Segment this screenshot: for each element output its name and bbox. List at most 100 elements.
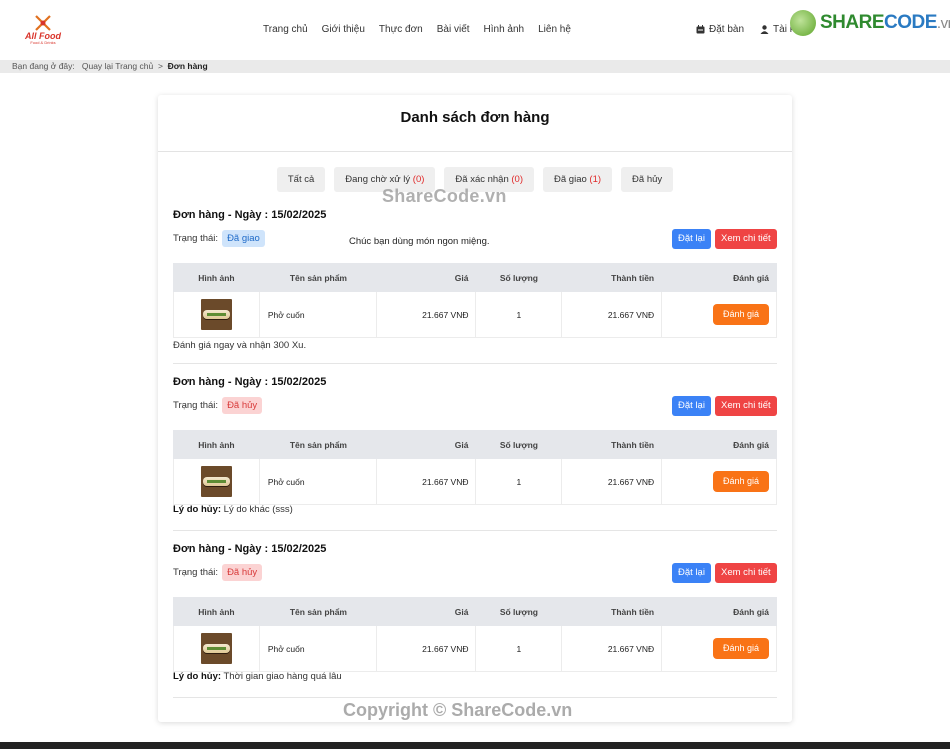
order-footer: Đánh giá ngay và nhận 300 Xu. [173,340,306,351]
reorder-button[interactable]: Đặt lại [672,563,711,583]
main-nav: Trang chủ Giới thiệu Thực đơn Bài viết H… [263,24,571,35]
product-name: Phở cuốn [258,458,377,505]
table-header-row: Hình ảnh Tên sản phẩm Giá Số lượng Thành… [173,597,777,626]
product-image [200,299,232,330]
tab-delivered-count: (1) [589,174,602,185]
col-qty: Số lượng [475,430,563,459]
footer-text: Thời gian giao hàng quá lâu [221,671,342,682]
order-status: Trạng thái: Đã hủy [173,564,263,581]
col-price: Giá [375,430,477,459]
product-qty: 1 [475,458,563,505]
order-status: Trạng thái: Đã giao [173,230,265,247]
footer-label: Lý do hủy: [173,671,222,682]
order-title: Đơn hàng - Ngày : 15/02/2025 [173,376,327,388]
col-price: Giá [375,263,477,292]
view-detail-button[interactable]: Xem chi tiết [715,229,777,249]
status-badge: Đã giao [222,230,265,247]
order-title: Đơn hàng - Ngày : 15/02/2025 [173,543,327,555]
order-items-table: Hình ảnh Tên sản phẩm Giá Số lượng Thành… [173,263,777,338]
tab-delivered-label: Đã giao [554,174,587,185]
breadcrumb-separator: > [157,61,163,71]
page-title: Danh sách đơn hàng [400,109,550,126]
rate-button[interactable]: Đánh giá [712,638,769,659]
table-row: Phở cuốn 21.667 VNĐ 1 21.667 VNĐ Đánh gi… [173,625,777,672]
reorder-button[interactable]: Đặt lại [672,396,711,416]
tab-confirmed-label: Đã xác nhận [455,174,509,185]
nav-contact[interactable]: Liên hệ [538,24,571,35]
col-total: Thành tiền [561,597,663,626]
nav-gallery[interactable]: Hình ảnh [484,24,525,35]
table-header-row: Hình ảnh Tên sản phẩm Giá Số lượng Thành… [173,430,777,459]
col-price: Giá [375,597,477,626]
col-total: Thành tiền [561,263,663,292]
col-qty: Số lượng [475,263,563,292]
status-label: Trạng thái: [173,400,219,411]
view-detail-button[interactable]: Xem chi tiết [715,563,777,583]
sharecode-watermark-logo: SHARECODE.vn [790,10,950,36]
order-divider [173,697,777,698]
col-qty: Số lượng [475,597,563,626]
logo-subtext: Food & Drinks [30,40,56,45]
nav-posts[interactable]: Bài viết [437,24,470,35]
tab-all-label: Tất cả [287,174,315,185]
product-total: 21.667 VNĐ [561,458,663,505]
sharecode-ball-icon [790,10,816,36]
col-total: Thành tiền [561,430,663,459]
rate-button[interactable]: Đánh giá [712,471,769,492]
table-row: Phở cuốn 21.667 VNĐ 1 21.667 VNĐ Đánh gi… [173,291,777,338]
order-title: Đơn hàng - Ngày : 15/02/2025 [173,209,327,221]
rate-button[interactable]: Đánh giá [712,304,769,325]
order-footer: Lý do hủy: Lý do khác (sss) [173,504,293,515]
order-status: Trạng thái: Đã hủy [173,397,263,414]
watermark-code: CODE [884,12,937,33]
booking-link[interactable]: Đặt bàn [696,24,744,35]
status-badge: Đã hủy [222,397,263,414]
booking-label: Đặt bàn [709,24,745,35]
col-image: Hình ảnh [173,597,260,626]
col-rate: Đánh giá [661,597,777,626]
order-divider [173,530,777,531]
nav-about[interactable]: Giới thiệu [322,24,365,35]
product-price: 21.667 VNĐ [375,458,477,505]
tab-confirmed-count: (0) [511,174,524,185]
product-image [200,633,232,664]
order-items-table: Hình ảnh Tên sản phẩm Giá Số lượng Thành… [173,430,777,505]
order-items-table: Hình ảnh Tên sản phẩm Giá Số lượng Thành… [173,597,777,672]
order-note: Chúc bạn dùng món ngon miệng. [349,236,490,247]
order-footer: Lý do hủy: Thời gian giao hàng quá lâu [173,671,342,682]
breadcrumb-prefix: Bạn đang ở đây: [12,61,75,71]
reorder-button[interactable]: Đặt lại [672,229,711,249]
table-row: Phở cuốn 21.667 VNĐ 1 21.667 VNĐ Đánh gi… [173,458,777,505]
site-logo[interactable]: All Food Food & Drinks [18,14,68,46]
tab-all[interactable]: Tất cả [276,167,326,192]
product-name: Phở cuốn [258,291,377,338]
watermark-vn: .vn [936,15,950,32]
tab-pending-label: Đang chờ xử lý [345,174,411,185]
product-name: Phở cuốn [258,625,377,672]
nav-home[interactable]: Trang chủ [263,24,308,35]
watermark-text: ShareCode.vn [382,186,507,206]
watermark-share: SHARE [820,12,885,33]
footer-text: Đánh giá ngay và nhận 300 Xu. [173,340,307,351]
header-actions: Đặt bàn Tài k [696,24,795,35]
view-detail-button[interactable]: Xem chi tiết [715,396,777,416]
status-label: Trạng thái: [173,233,219,244]
product-total: 21.667 VNĐ [561,291,663,338]
product-qty: 1 [475,291,563,338]
footer-bar [0,742,950,749]
col-name: Tên sản phẩm [258,430,377,459]
calendar-icon [696,25,705,34]
tab-cancelled[interactable]: Đã hủy [621,167,674,192]
col-image: Hình ảnh [173,430,260,459]
footer-label: Lý do hủy: [173,504,222,515]
tab-pending-count: (0) [412,174,425,185]
col-name: Tên sản phẩm [258,597,377,626]
col-name: Tên sản phẩm [258,263,377,292]
breadcrumb: Bạn đang ở đây: Quay lại Trang chủ > Đơn… [0,60,950,73]
tab-delivered[interactable]: Đã giao (1) [543,167,613,192]
site-header: All Food Food & Drinks Trang chủ Giới th… [0,0,950,60]
order-divider [173,363,777,364]
nav-menu[interactable]: Thực đơn [379,24,423,35]
breadcrumb-home-link[interactable]: Quay lại Trang chủ [82,61,153,71]
status-badge: Đã hủy [222,564,263,581]
